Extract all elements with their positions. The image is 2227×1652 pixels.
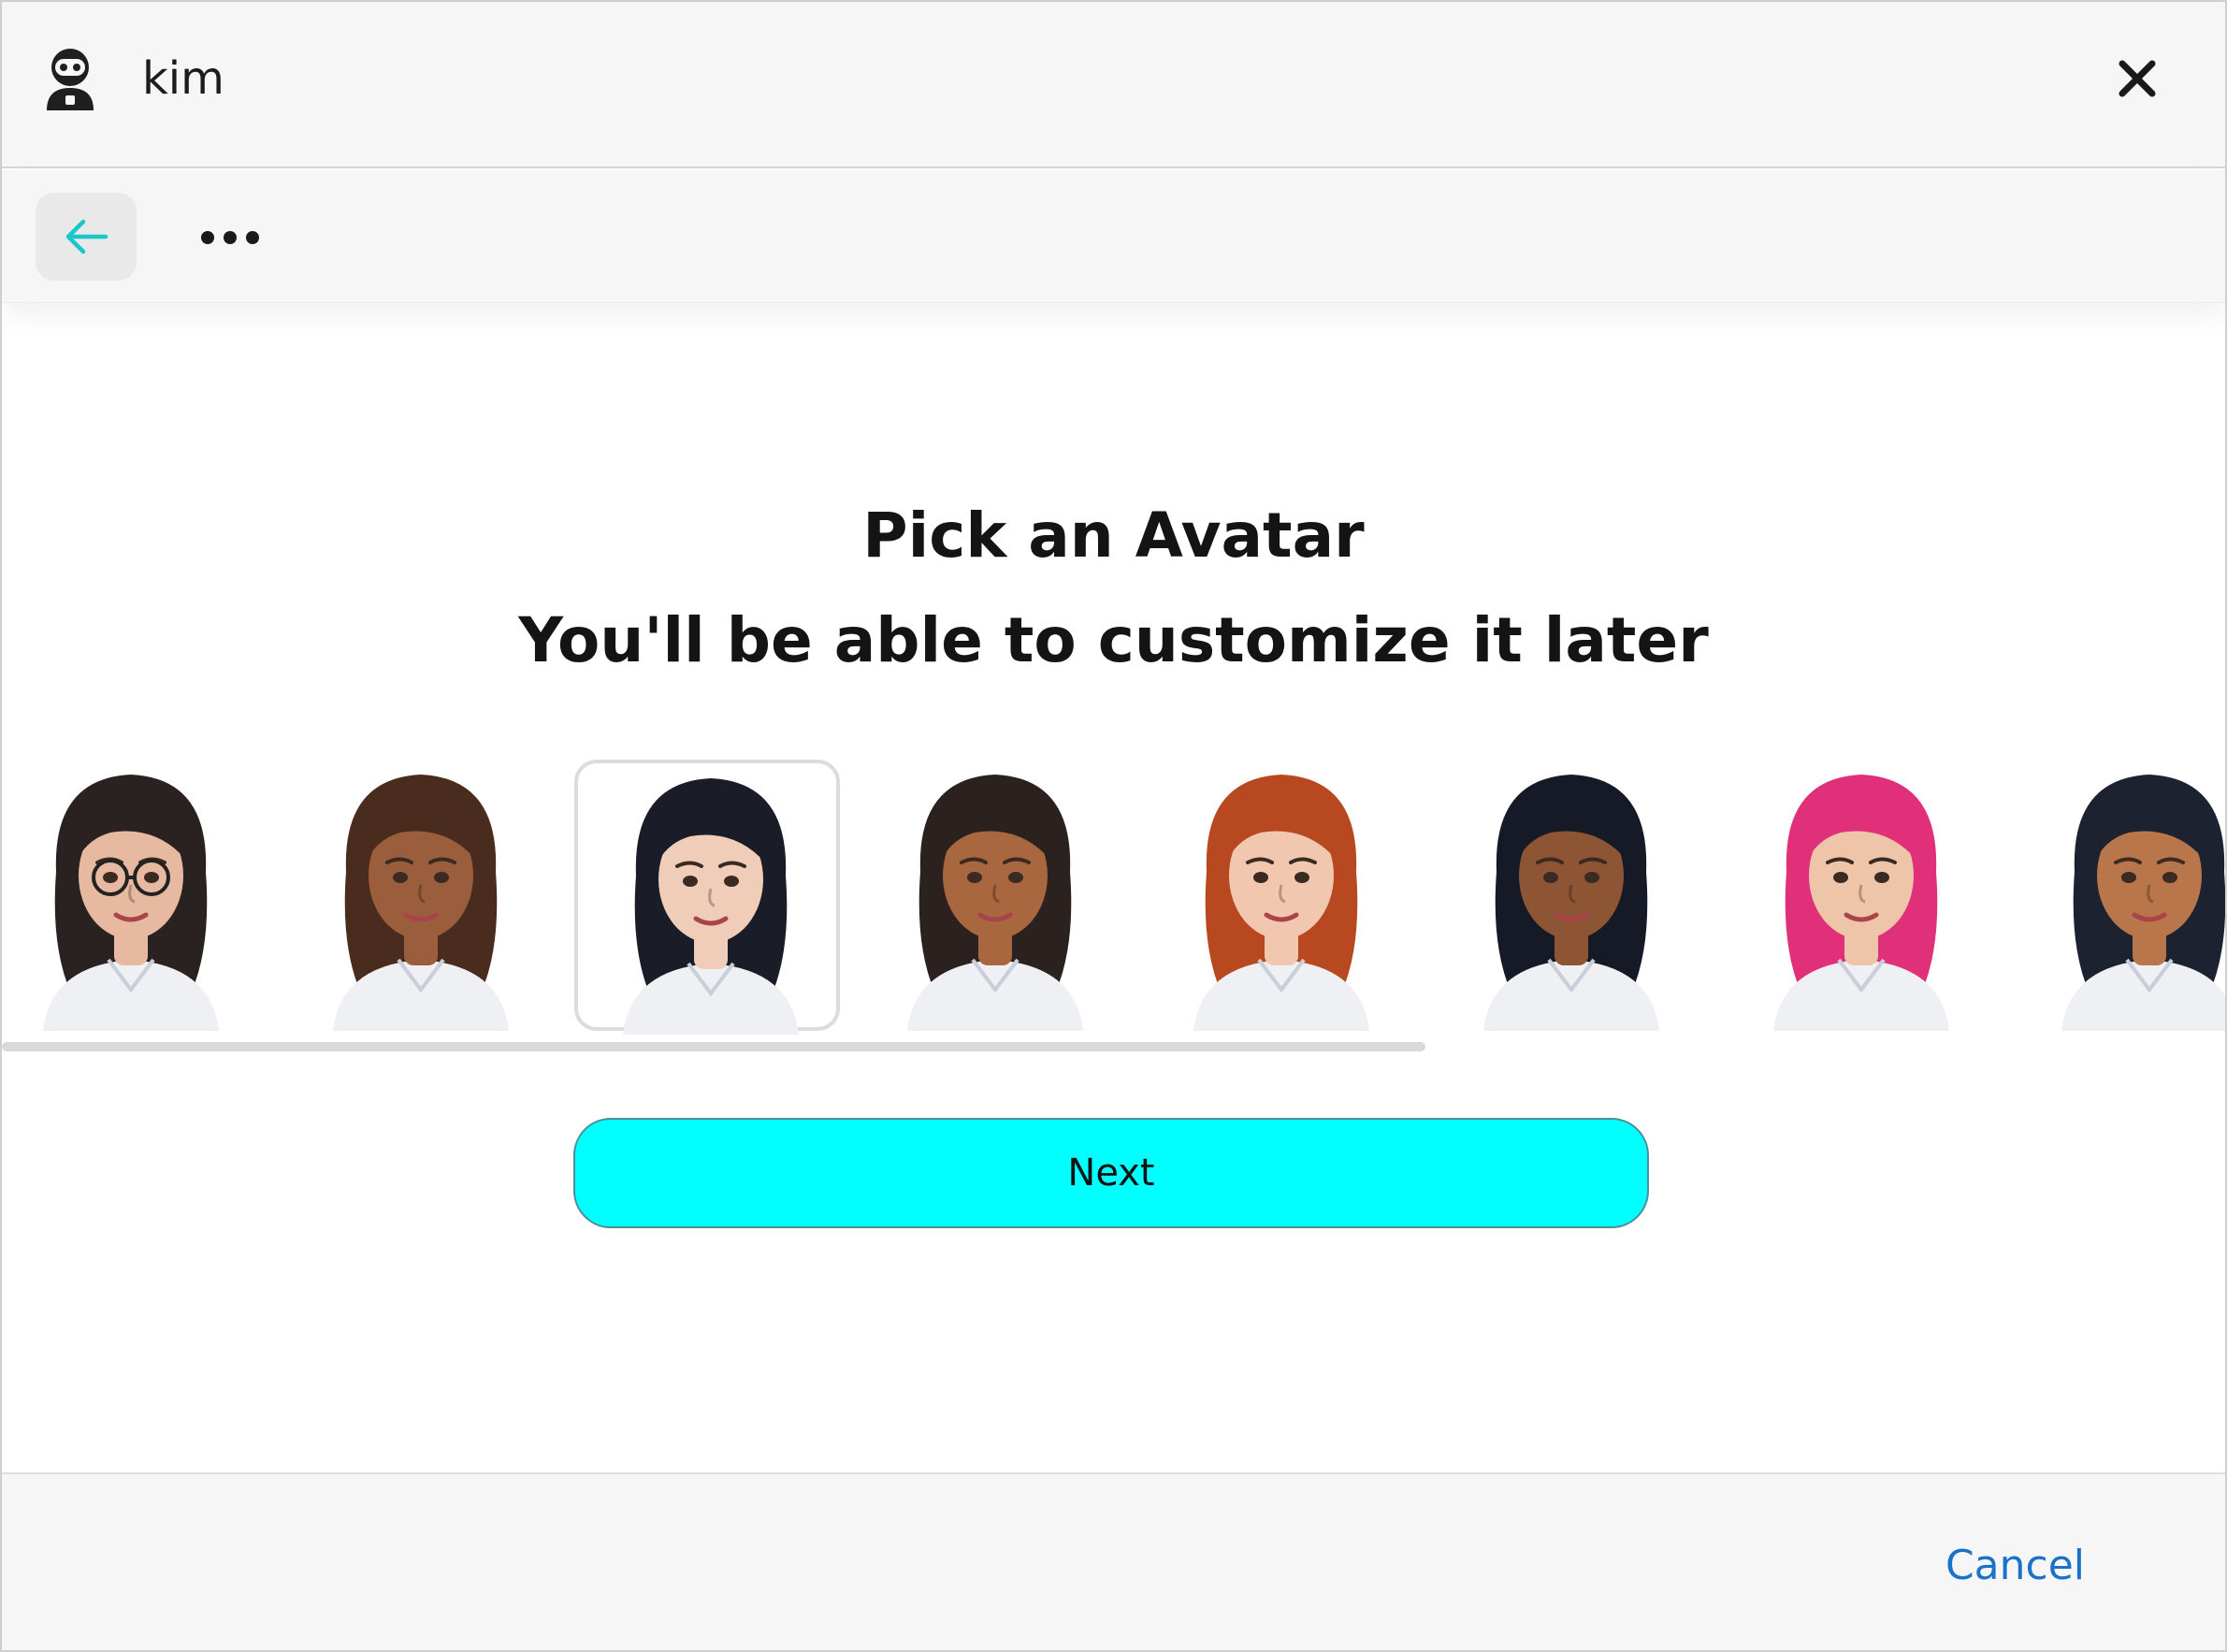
- avatar-portrait-image: [1193, 775, 1369, 1031]
- back-button[interactable]: [36, 193, 137, 281]
- robot-avatar-icon: [39, 45, 101, 112]
- footer: Cancel: [2, 1472, 2225, 1650]
- avatar-portrait-image: [2061, 775, 2225, 1031]
- avatar-portrait-image: [333, 775, 509, 1031]
- avatar-option[interactable]: [1439, 760, 1704, 1031]
- avatar-portrait-image: [907, 775, 1083, 1031]
- avatar-option[interactable]: [2017, 760, 2225, 1031]
- avatar-option[interactable]: [288, 760, 554, 1031]
- cancel-link[interactable]: Cancel: [1945, 1540, 2085, 1592]
- avatar-portrait-image: [623, 778, 799, 1035]
- avatar-portrait-image: [1773, 775, 1949, 1031]
- title-bar: kim: [2, 2, 2225, 168]
- toolbar: [2, 170, 2225, 303]
- avatar-carousel[interactable]: [2, 760, 2225, 1040]
- avatar-option[interactable]: [2, 760, 264, 1031]
- close-icon: [2119, 60, 2156, 97]
- avatar-picker-window: kim Pick an Avatar You'll be able to cus…: [0, 0, 2227, 1652]
- next-button[interactable]: Next: [573, 1118, 1649, 1228]
- page-subtitle: You'll be able to customize it later: [518, 604, 1709, 676]
- avatar-portrait-image: [43, 775, 219, 1031]
- close-button[interactable]: [2102, 43, 2173, 114]
- app-name: kim: [142, 52, 224, 105]
- avatar-option[interactable]: [1149, 760, 1414, 1031]
- back-arrow-icon: [65, 219, 108, 254]
- avatar-portrait-image: [1483, 775, 1659, 1031]
- avatar-option[interactable]: [862, 760, 1128, 1031]
- more-options-icon: [201, 231, 259, 244]
- avatar-option[interactable]: [1728, 760, 1994, 1031]
- more-options-button[interactable]: [185, 198, 275, 277]
- avatar-option-selected[interactable]: [574, 760, 840, 1035]
- page-title: Pick an Avatar: [862, 500, 1365, 572]
- carousel-scrollbar[interactable]: [2, 1042, 1425, 1051]
